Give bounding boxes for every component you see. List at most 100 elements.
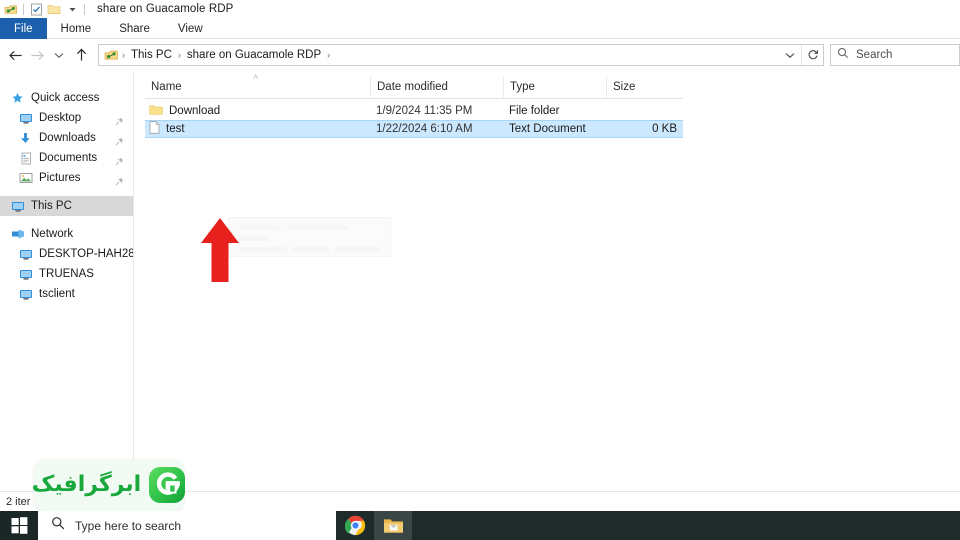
sidebar-item-label: TRUENAS — [39, 268, 94, 280]
tab-share[interactable]: Share — [105, 18, 164, 39]
breadcrumb[interactable]: › This PC › share on Guacamole RDP › — [99, 45, 779, 65]
column-header-date-modified[interactable]: Date modified — [370, 75, 503, 99]
sidebar-item-network[interactable]: Network — [0, 224, 133, 244]
qat-separator-1 — [23, 3, 24, 15]
file-list-pane[interactable]: Name ˄ Date modified Type Size Download … — [133, 71, 960, 491]
taskbar: Type here to search — [0, 511, 960, 540]
table-row[interactable]: test 1/22/2024 6:10 AM Text Document 0 K… — [145, 120, 683, 138]
pin-icon — [115, 173, 124, 186]
sidebar-item-label: DESKTOP-HAH2811 — [39, 248, 147, 260]
file-name-cell[interactable]: Download — [145, 102, 370, 120]
search-icon — [51, 516, 65, 535]
file-size-cell: 0 KB — [652, 123, 677, 135]
navigation-pane: Quick access Desktop Downloads Documents… — [0, 71, 147, 491]
breadcrumb-separator-2[interactable]: › — [325, 50, 332, 60]
nav-spacer-2 — [0, 216, 133, 224]
breadcrumb-separator-1[interactable]: › — [176, 50, 183, 60]
folder-icon — [149, 104, 163, 119]
sidebar-item-desktop-hah2811[interactable]: DESKTOP-HAH2811 — [0, 244, 147, 264]
up-button[interactable] — [70, 44, 92, 66]
watermark-logo: ابرگرافیک — [31, 459, 186, 511]
folder-network-icon[interactable] — [2, 1, 20, 17]
breadcrumb-item-this-pc[interactable]: This PC — [127, 49, 176, 61]
pin-icon — [115, 113, 124, 126]
breadcrumb-item-share-on-guacamole-rdp[interactable]: share on Guacamole RDP — [183, 49, 325, 61]
sidebar-item-label: Network — [31, 228, 74, 240]
taskbar-search-input[interactable]: Type here to search — [75, 519, 181, 533]
tab-file[interactable]: File — [0, 18, 47, 39]
forward-button[interactable] — [26, 44, 48, 66]
sidebar-item-label: Desktop — [39, 112, 82, 124]
documents-icon — [18, 151, 33, 166]
breadcrumb-separator-0[interactable]: › — [120, 50, 127, 60]
column-header-row: Name ˄ Date modified Type Size — [145, 72, 683, 99]
ribbon-tab-bar: File Home Share View — [0, 18, 960, 39]
downloads-arrow-icon — [18, 131, 33, 146]
computer-icon — [18, 267, 33, 282]
title-bar: share on Guacamole RDP — [0, 0, 960, 18]
search-box[interactable]: Search — [830, 44, 960, 66]
qat-separator-2 — [84, 3, 85, 15]
file-name-label: test — [166, 123, 185, 135]
new-folder-icon[interactable] — [45, 1, 63, 17]
file-explorer-window: share on Guacamole RDP File Home Share V… — [0, 0, 960, 540]
ghost-tooltip-artifact — [228, 217, 391, 257]
sidebar-item-downloads[interactable]: Downloads — [0, 128, 133, 148]
text-document-icon — [149, 121, 160, 137]
abrgrafik-g-icon — [148, 466, 186, 504]
refresh-icon[interactable] — [801, 45, 823, 65]
window-title: share on Guacamole RDP — [97, 3, 234, 15]
sidebar-item-label: Pictures — [39, 172, 81, 184]
sidebar-item-desktop[interactable]: Desktop — [0, 108, 133, 128]
taskbar-search-box[interactable]: Type here to search — [38, 511, 336, 540]
search-input[interactable]: Search — [856, 49, 892, 61]
column-header-type[interactable]: Type — [503, 75, 606, 99]
sort-ascending-icon: ˄ — [253, 71, 259, 82]
back-button[interactable] — [4, 44, 26, 66]
customize-chevron-down-icon[interactable] — [63, 1, 81, 17]
recent-locations-chevron-down-icon[interactable] — [48, 44, 70, 66]
pin-icon — [115, 133, 124, 146]
sidebar-item-pictures[interactable]: Pictures — [0, 168, 133, 188]
column-header-size[interactable]: Size — [606, 75, 683, 99]
pin-icon — [115, 153, 124, 166]
sidebar-item-quick-access[interactable]: Quick access — [0, 88, 133, 108]
sidebar-item-label: This PC — [31, 200, 72, 212]
file-name-cell[interactable]: test — [145, 121, 370, 137]
sidebar-item-label: Documents — [39, 152, 98, 164]
sidebar-item-documents[interactable]: Documents — [0, 148, 133, 168]
file-type-cell: File folder — [509, 105, 560, 117]
this-pc-icon — [10, 199, 25, 214]
explorer-body: Quick access Desktop Downloads Documents… — [0, 71, 960, 491]
chrome-taskbar-icon[interactable] — [336, 511, 374, 540]
file-explorer-taskbar-icon[interactable] — [374, 511, 412, 540]
file-type-cell: Text Document — [509, 123, 586, 135]
sidebar-item-this-pc[interactable]: This PC — [0, 196, 133, 216]
pictures-icon — [18, 171, 33, 186]
column-header-name[interactable]: Name ˄ — [145, 72, 370, 99]
computer-icon — [18, 247, 33, 262]
file-date-cell: 1/9/2024 11:35 PM — [376, 105, 473, 117]
address-bar[interactable]: › This PC › share on Guacamole RDP › — [98, 44, 824, 66]
sidebar-item-truenas[interactable]: TRUENAS — [0, 264, 133, 284]
sidebar-item-label: Downloads — [39, 132, 96, 144]
tab-view[interactable]: View — [164, 18, 217, 39]
file-date-cell: 1/22/2024 6:10 AM — [376, 123, 473, 135]
previous-locations-chevron-down-icon[interactable] — [779, 45, 801, 65]
table-row[interactable]: Download 1/9/2024 11:35 PM File folder — [145, 102, 683, 120]
quick-access-toolbar — [0, 0, 88, 18]
sidebar-item-label: Quick access — [31, 92, 100, 104]
watermark-text: ابرگرافیک — [31, 472, 142, 497]
column-header-name-label: Name — [151, 81, 182, 93]
taskbar-empty-area — [412, 511, 960, 540]
star-icon — [10, 91, 25, 106]
search-icon — [837, 46, 849, 64]
desktop-icon — [18, 111, 33, 126]
sidebar-item-tsclient[interactable]: tsclient — [0, 284, 133, 304]
properties-checkbox-icon[interactable] — [27, 1, 45, 17]
file-size-cell — [606, 102, 683, 120]
start-button[interactable] — [0, 511, 38, 540]
item-count-label: 2 iter — [6, 495, 31, 508]
sidebar-item-label: tsclient — [39, 288, 75, 300]
tab-home[interactable]: Home — [47, 18, 106, 39]
